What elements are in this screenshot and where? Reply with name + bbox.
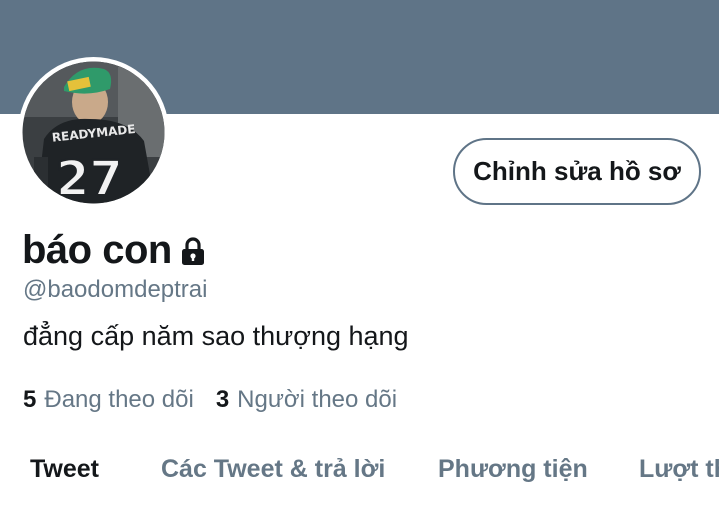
avatar[interactable]: READYMADE 27 [18, 57, 169, 208]
tab-media[interactable]: Phương tiện [438, 455, 588, 484]
tab-likes[interactable]: Lượt thích [639, 455, 719, 484]
profile-tabs: Tweet Các Tweet & trả lời Phương tiện Lư… [0, 455, 719, 497]
following-count: 5 [23, 386, 37, 413]
followers-stat[interactable]: 3 Người theo dõi [216, 386, 397, 414]
edit-profile-button[interactable]: Chỉnh sửa hồ sơ [453, 138, 701, 205]
display-name: báo con [22, 228, 172, 272]
profile-stats: 5 Đang theo dõi 3 Người theo dõi [23, 386, 397, 414]
followers-label: Người theo dõi [237, 386, 398, 413]
following-label: Đang theo dõi [44, 386, 194, 413]
profile-bio: đẳng cấp năm sao thượng hạng [23, 321, 409, 351]
tab-tweets[interactable]: Tweet [30, 455, 99, 484]
profile-page: READYMADE 27 Chỉnh sửa hồ sơ báo con @ba… [0, 0, 719, 507]
lock-icon [178, 236, 208, 271]
followers-count: 3 [215, 386, 230, 413]
following-stat[interactable]: 5 Đang theo dõi [23, 386, 194, 414]
tab-tweets-and-replies[interactable]: Các Tweet & trả lời [161, 455, 385, 484]
name-row: báo con [22, 226, 208, 274]
avatar-image: READYMADE 27 [18, 57, 169, 208]
profile-handle: @baodomdeptrai [23, 276, 208, 303]
